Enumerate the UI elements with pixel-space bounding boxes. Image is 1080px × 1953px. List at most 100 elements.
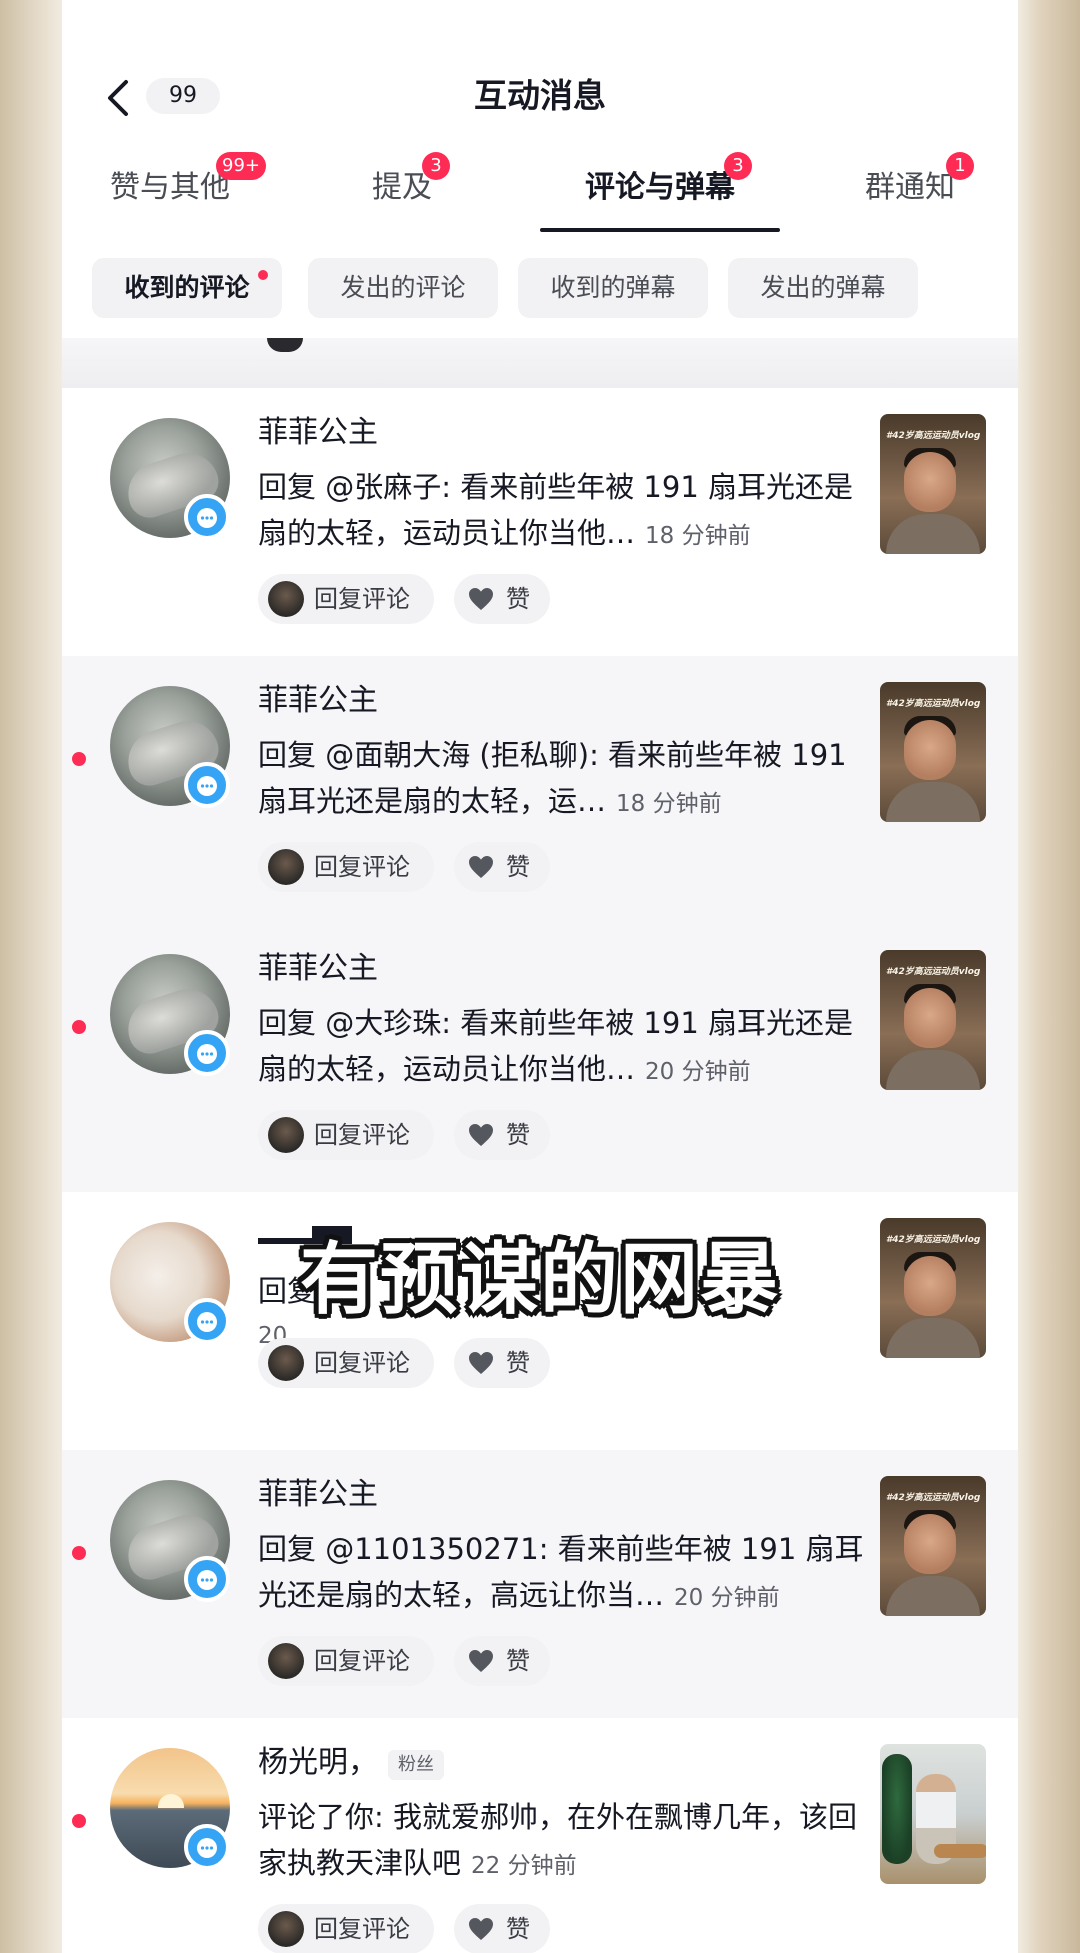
chip-label: 收到的弹幕 [550,273,676,302]
fan-tag: 粉丝 [388,1750,444,1780]
video-thumbnail[interactable]: #42岁高远运动员vlog 2 [880,682,986,822]
thumbnail-figure [886,514,980,554]
comment-body: 回复 @大珍珠: 看来前些年被 191 扇耳光还是扇的太轻，运动员让你当他… [258,1006,853,1086]
comment-bubble-icon [184,494,230,540]
comment-bubble-icon [184,1556,230,1602]
video-thumbnail[interactable] [880,1744,986,1884]
timestamp: 20 分钟前 [645,1059,751,1085]
comment-text[interactable]: 回复 @面朝大海 (拒私聊): 看来前些年被 191 扇耳光还是扇的太轻，运… 1… [258,732,878,827]
avatar [268,1117,304,1153]
item-actions: 回复评论 赞 [258,842,878,892]
username[interactable]: 菲菲公主 [258,678,378,724]
list-item[interactable]: 杨光明， 粉丝 评论了你: 我就爱郝帅，在外在飘博几年，该回家执教天津队吧 22 … [62,1718,1018,1953]
like-button[interactable]: 赞 [454,842,550,892]
heart-icon [469,856,493,878]
unread-dot [72,1020,86,1034]
tab-mentions[interactable]: 提及 3 [362,152,450,224]
like-label: 赞 [506,1915,530,1943]
chip-sent-danmaku[interactable]: 发出的弹幕 [728,258,918,318]
username[interactable]: 杨光明， [258,1740,378,1786]
tab-badge: 1 [946,152,974,180]
chip-label: 收到的评论 [124,273,250,302]
avatar [268,1345,304,1381]
comment-text[interactable]: 回复 @张麻子: 看来前些年被 191 扇耳光还是扇的太轻，运动员让你当他… 18… [258,464,878,559]
timestamp: 22 分钟前 [471,1853,577,1879]
video-overlay-caption: 有预谋的网暴 [299,1235,780,1325]
like-label: 赞 [506,1121,530,1149]
tab-label: 评论与弹幕 [585,170,735,205]
comment-body: 回复 @张麻子: 看来前些年被 191 扇耳光还是扇的太轻，运动员让你当他… [258,470,853,550]
chip-sent-comments[interactable]: 发出的评论 [308,258,498,318]
thumbnail-caption: #42岁高远运动员vlog 2 [886,1493,980,1503]
like-label: 赞 [506,585,530,613]
thumbnail-figure [904,1514,956,1574]
comment-bubble-icon [184,1824,230,1870]
video-thumbnail[interactable]: #42岁高远运动员vlog 2 [880,414,986,554]
comment-text[interactable]: 回复 @大珍珠: 看来前些年被 191 扇耳光还是扇的太轻，运动员让你当他… 20… [258,1000,878,1095]
tab-badge: 99+ [216,152,266,180]
thumbnail-figure [886,782,980,822]
item-actions: 回复评论 赞 [258,1636,878,1686]
username[interactable]: 菲菲公主 [258,1472,378,1518]
tab-comments-and-danmaku[interactable]: 评论与弹幕 3 [574,152,752,224]
comment-body: 回复 @面朝大海 (拒私聊): 看来前些年被 191 扇耳光还是扇的太轻，运… [258,738,847,818]
reply-comment-button[interactable]: 回复评论 [258,1338,434,1388]
tab-likes-and-others[interactable]: 赞与其他 99+ [90,152,266,224]
avatar [268,1643,304,1679]
active-tab-indicator [540,228,780,232]
unread-dot [72,752,86,766]
timestamp: 18 分钟前 [616,791,722,817]
chip-received-comments[interactable]: 收到的评论 [92,258,282,318]
thumbnail-figure [882,1754,912,1864]
reply-label: 回复评论 [314,585,410,613]
chip-received-danmaku[interactable]: 收到的弹幕 [518,258,708,318]
phone-screen: 99 互动消息 赞与其他 99+ 提及 3 评论与弹幕 3 群通知 1 收到的评… [62,0,1018,1953]
like-button[interactable]: 赞 [454,1338,550,1388]
reply-comment-button[interactable]: 回复评论 [258,574,434,624]
comment-bubble-icon [184,762,230,808]
thumbnail-figure [886,1050,980,1090]
list-item[interactable]: 菲菲公主 回复 @1101350271: 看来前些年被 191 扇耳光还是扇的太… [62,1450,1018,1718]
reply-comment-button[interactable]: 回复评论 [258,1904,434,1953]
reply-label: 回复评论 [314,1915,410,1943]
thumbnail-figure [886,1576,980,1616]
list-item[interactable]: 菲菲公主 回复 @张麻子: 看来前些年被 191 扇耳光还是扇的太轻，运动员让你… [62,388,1018,656]
thumbnail-caption: #42岁高远运动员vlog 2 [886,699,980,709]
list-item[interactable]: 菲菲公主 回复 @大珍珠: 看来前些年被 191 扇耳光还是扇的太轻，运动员让你… [62,924,1018,1192]
thumbnail-caption: #42岁高远运动员vlog 2 [886,431,980,441]
tab-badge: 3 [422,152,450,180]
video-thumbnail[interactable]: #42岁高远运动员vlog 2 [880,950,986,1090]
item-actions: 回复评论 赞 [258,574,878,624]
heart-icon [469,1124,493,1146]
thumbnail-figure [904,452,956,512]
avatar [268,1911,304,1947]
partial-avatar [267,338,303,352]
comment-bubble-icon [184,1030,230,1076]
like-button[interactable]: 赞 [454,1904,550,1953]
list-item[interactable]: 菲菲公主 回复 @面朝大海 (拒私聊): 看来前些年被 191 扇耳光还是扇的太… [62,656,1018,924]
like-button[interactable]: 赞 [454,1110,550,1160]
video-thumbnail[interactable]: #42岁高远运动员vlog 2 [880,1476,986,1616]
reply-label: 回复评论 [314,1121,410,1149]
tab-bar: 赞与其他 99+ 提及 3 评论与弹幕 3 群通知 1 [62,150,1018,232]
username[interactable]: 菲菲公主 [258,946,378,992]
comment-text[interactable]: 评论了你: 我就爱郝帅，在外在飘博几年，该回家执教天津队吧 22 分钟前 [258,1794,878,1889]
like-button[interactable]: 赞 [454,1636,550,1686]
reply-comment-button[interactable]: 回复评论 [258,1636,434,1686]
reply-label: 回复评论 [314,853,410,881]
heart-icon [469,588,493,610]
comment-text[interactable]: 回复 @1101350271: 看来前些年被 191 扇耳光还是扇的太轻，高远让… [258,1526,878,1621]
chip-label: 发出的评论 [340,273,466,302]
unread-dot [72,1814,86,1828]
unread-dot [72,1546,86,1560]
scrolled-item-edge [62,338,1018,388]
like-label: 赞 [506,1647,530,1675]
like-label: 赞 [506,1349,530,1377]
heart-icon [469,1918,493,1940]
tab-group-notices[interactable]: 群通知 1 [850,152,974,224]
like-button[interactable]: 赞 [454,574,550,624]
reply-comment-button[interactable]: 回复评论 [258,842,434,892]
username[interactable]: 菲菲公主 [258,410,378,456]
reply-comment-button[interactable]: 回复评论 [258,1110,434,1160]
timestamp: 20 分钟前 [674,1585,780,1611]
